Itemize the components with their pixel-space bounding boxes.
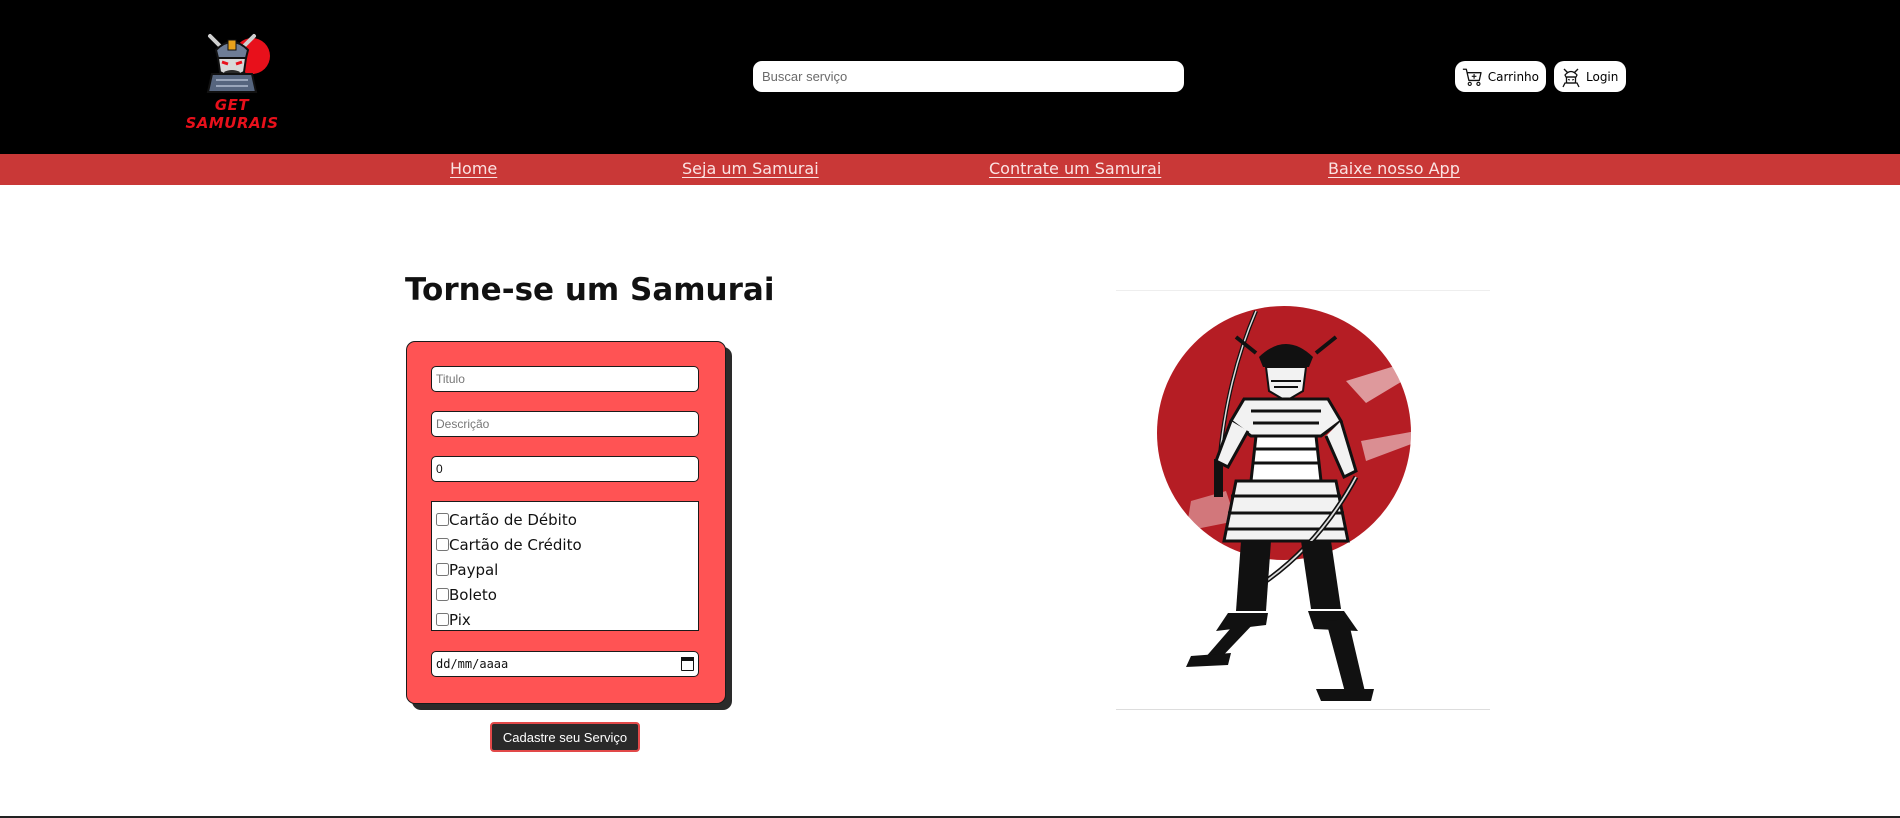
page-title: Torne-se um Samurai <box>405 272 775 308</box>
service-form: Cartão de Débito Cartão de Crédito Paypa… <box>406 341 726 704</box>
brand-name: GET SAMURAIS <box>185 96 279 132</box>
payment-options-list: Cartão de Débito Cartão de Crédito Paypa… <box>431 501 699 631</box>
debito-checkbox[interactable] <box>436 513 449 526</box>
payment-option-pix[interactable]: Pix <box>436 607 694 632</box>
payment-option-credito[interactable]: Cartão de Crédito <box>436 532 694 557</box>
cart-label: Carrinho <box>1487 69 1539 84</box>
title-input[interactable] <box>431 366 699 392</box>
samurai-logo-icon <box>206 34 270 93</box>
main-nav: Home Seja um Samurai Contrate um Samurai… <box>0 154 1900 185</box>
boleto-checkbox[interactable] <box>436 588 449 601</box>
payment-option-boleto[interactable]: Boleto <box>436 582 694 607</box>
submit-service-button[interactable]: Cadastre seu Serviço <box>490 722 640 752</box>
cart-icon <box>1462 68 1482 86</box>
payment-option-label: Pix <box>449 610 471 629</box>
samurai-illustration <box>1116 290 1490 710</box>
nav-item-baixe-app[interactable]: Baixe nosso App <box>1328 159 1460 178</box>
search-input[interactable] <box>753 61 1184 92</box>
payment-option-label: Boleto <box>449 585 497 604</box>
payment-option-label: Cartão de Débito <box>449 510 577 529</box>
description-input[interactable] <box>431 411 699 437</box>
date-placeholder: dd/mm/aaaa <box>436 657 509 671</box>
login-samurai-icon <box>1562 68 1580 87</box>
site-header: GET SAMURAIS Carrinho Login <box>0 0 1900 154</box>
nav-item-contrate-samurai[interactable]: Contrate um Samurai <box>989 159 1161 178</box>
payment-option-label: Paypal <box>449 560 499 579</box>
paypal-checkbox[interactable] <box>436 563 449 576</box>
date-input[interactable]: dd/mm/aaaa <box>431 651 699 677</box>
nav-item-home[interactable]: Home <box>450 159 497 178</box>
login-button[interactable]: Login <box>1554 61 1626 92</box>
brand-logo[interactable]: GET SAMURAIS <box>172 28 292 132</box>
credito-checkbox[interactable] <box>436 538 449 551</box>
payment-option-paypal[interactable]: Paypal <box>436 557 694 582</box>
pix-checkbox[interactable] <box>436 613 449 626</box>
payment-option-label: Cartão de Crédito <box>449 535 582 554</box>
price-input[interactable] <box>431 456 699 482</box>
samurai-art-image <box>1157 306 1416 701</box>
cart-button[interactable]: Carrinho <box>1455 61 1546 92</box>
nav-item-seja-samurai[interactable]: Seja um Samurai <box>682 159 819 178</box>
login-label: Login <box>1586 69 1619 84</box>
payment-option-debito[interactable]: Cartão de Débito <box>436 507 694 532</box>
calendar-icon[interactable] <box>680 657 694 671</box>
